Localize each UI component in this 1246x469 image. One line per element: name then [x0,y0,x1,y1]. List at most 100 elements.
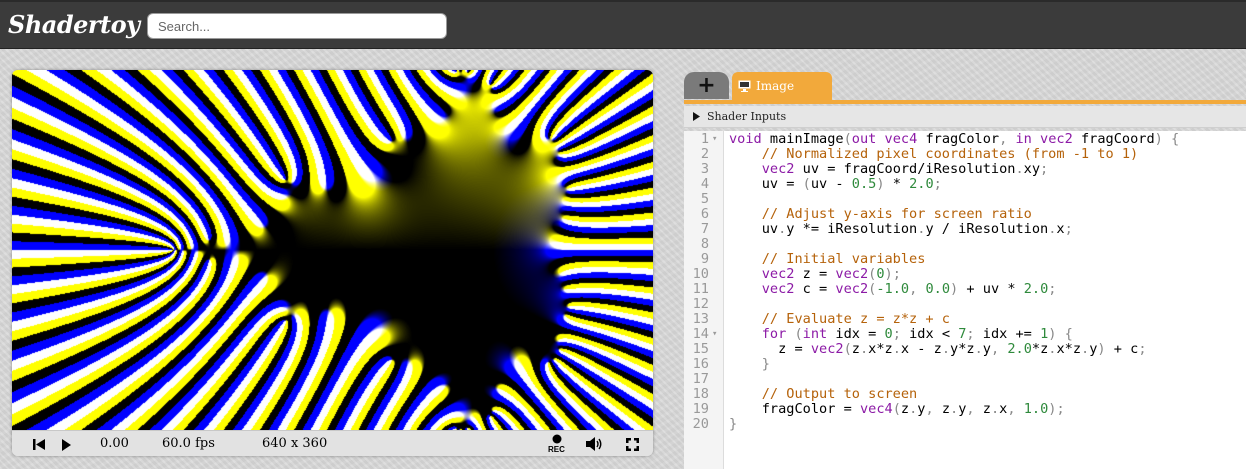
code-text: for (int idx = 0; idx < 7; idx += 1) { [729,327,1073,342]
code-token: z [851,341,860,357]
line-number: 4 [700,176,709,192]
code-token: ) [876,176,885,192]
code-token: vec2 [835,281,869,297]
code-token: , [999,131,1016,147]
fullscreen-icon[interactable] [625,437,640,452]
code-token: * [1064,341,1073,357]
volume-icon[interactable] [585,435,603,453]
player-controls: 0.00 60.0 fps 640 x 360 REC [12,430,653,456]
fold-arrow-icon[interactable]: ▾ [712,132,717,147]
code-text: // Output to screen [729,386,918,402]
code-line[interactable]: 17 [684,372,1246,387]
code-text: vec2 c = vec2(-1.0, 0.0) + uv * 2.0; [729,281,1057,297]
code-line[interactable]: 6 // Adjust y-axis for screen ratio [684,207,1246,222]
tab-image[interactable]: Image [732,72,832,100]
code-line[interactable]: 15 z = vec2(z.x*z.x - z.y*z.y, 2.0*z.x*z… [684,342,1246,357]
line-number: 7 [700,221,709,237]
code-line[interactable]: 3 vec2 uv = fragCoord/iResolution.xy; [684,162,1246,177]
code-line[interactable]: 13 // Evaluate z = z*z + c [684,312,1246,327]
code-line[interactable]: 10 vec2 z = vec2(0); [684,267,1246,282]
code-line[interactable]: 19 fragColor = vec4(z.y, z.y, z.x, 1.0); [684,402,1246,417]
code-line[interactable]: 18 // Output to screen [684,387,1246,402]
code-text: // Initial variables [729,251,926,267]
code-line[interactable]: 14 ▾ for (int idx = 0; idx < 7; idx += 1)… [684,327,1246,342]
line-number: 18 [692,386,709,402]
code-token: ; [1040,161,1049,177]
code-token: vec2 [810,341,844,357]
code-token: idx = [827,326,885,342]
code-text: vec2 z = vec2(0); [729,267,901,282]
code-token: vec2 [729,281,795,297]
code-text: } [729,417,737,432]
code-token: . [950,401,959,417]
code-text: // Normalized pixel coordinates (from -1… [729,147,1138,162]
code-text: void mainImage(out vec4 fragColor, in ve… [729,132,1179,147]
code-token: y [982,341,991,357]
code-line[interactable]: 7 uv.y *= iResolution.y / iResolution.x; [684,222,1246,237]
code-token: 0.5 [851,176,877,192]
shader-inputs-toggle[interactable]: Shader Inputs [684,106,1246,128]
line-number: 5 [700,191,709,207]
code-token: 2.0 [909,176,934,192]
play-icon[interactable] [61,438,72,452]
code-line[interactable]: 9 // Initial variables [684,252,1246,267]
code-line[interactable]: 12 [684,297,1246,312]
code-token: . [1015,161,1024,177]
code-line[interactable]: 8 [684,237,1246,252]
code-line[interactable]: 4 uv = (uv - 0.5) * 2.0; [684,177,1246,192]
code-line[interactable]: 16 } [684,357,1246,372]
line-number: 16 [692,356,709,372]
code-token: // Adjust y-axis for screen ratio [729,206,1032,222]
shader-canvas[interactable] [12,70,653,430]
code-text: // Evaluate z = z*z + c [729,312,950,327]
code-editor-panel: + Image Shader Inputs 1 ▾ void mainImage(o… [684,70,1246,469]
code-token: int [802,326,828,342]
search-input[interactable] [147,13,447,39]
code-area[interactable]: 1 ▾ void mainImage(out vec4 fragColor, in … [684,131,1246,469]
code-token: mainImage [761,131,844,147]
code-token: * [876,341,885,357]
code-token: 1.0 [1023,401,1049,417]
code-token: xy [1023,161,1041,177]
add-tab-button[interactable]: + [684,72,729,99]
code-token: z [884,341,893,357]
monitor-icon [738,80,751,95]
logo[interactable]: Shadertoy [8,10,140,39]
code-token: ) [950,281,959,297]
code-token: uv = fragCoord/iResolution [794,161,1016,177]
fold-arrow-icon[interactable]: ▾ [712,327,717,342]
code-token: ( [786,326,803,342]
code-token: } [729,416,738,432]
code-token: ) { [1154,131,1180,147]
code-token: ); [1048,401,1065,417]
code-token: . [1081,341,1090,357]
code-token: // Initial variables [729,251,926,267]
code-token: in vec2 [1015,131,1073,147]
rewind-icon[interactable] [32,438,46,452]
line-number: 10 [692,266,709,282]
code-token: c = [794,281,836,297]
code-line[interactable]: 20} [684,417,1246,432]
code-token: 2.0 [1023,281,1049,297]
code-token: , [1007,401,1024,417]
line-number: 14 [692,326,709,342]
code-token: ( [802,176,811,192]
code-text: uv = (uv - 0.5) * 2.0; [729,177,942,192]
code-text: // Adjust y-axis for screen ratio [729,207,1032,222]
code-token: // Output to screen [729,386,918,402]
editor-tabs: + Image [684,70,1246,104]
line-number: 1 [700,131,709,147]
code-line[interactable]: 1 ▾ void mainImage(out vec4 fragColor, in … [684,132,1246,147]
code-token: * [1031,341,1041,357]
code-token: vec2 [729,161,795,177]
resolution-display: 640 x 360 [262,436,328,451]
code-token: , [909,281,926,297]
code-token: ( [843,341,852,357]
code-token: fragColor [917,131,1000,147]
code-token: // Evaluate z = z*z + c [729,311,950,327]
code-line[interactable]: 2 // Normalized pixel coordinates (from … [684,147,1246,162]
code-line[interactable]: 11 vec2 c = vec2(-1.0, 0.0) + uv * 2.0; [684,282,1246,297]
code-line[interactable]: 5 [684,192,1246,207]
code-token: z [966,341,975,357]
code-token: ( [892,401,901,417]
